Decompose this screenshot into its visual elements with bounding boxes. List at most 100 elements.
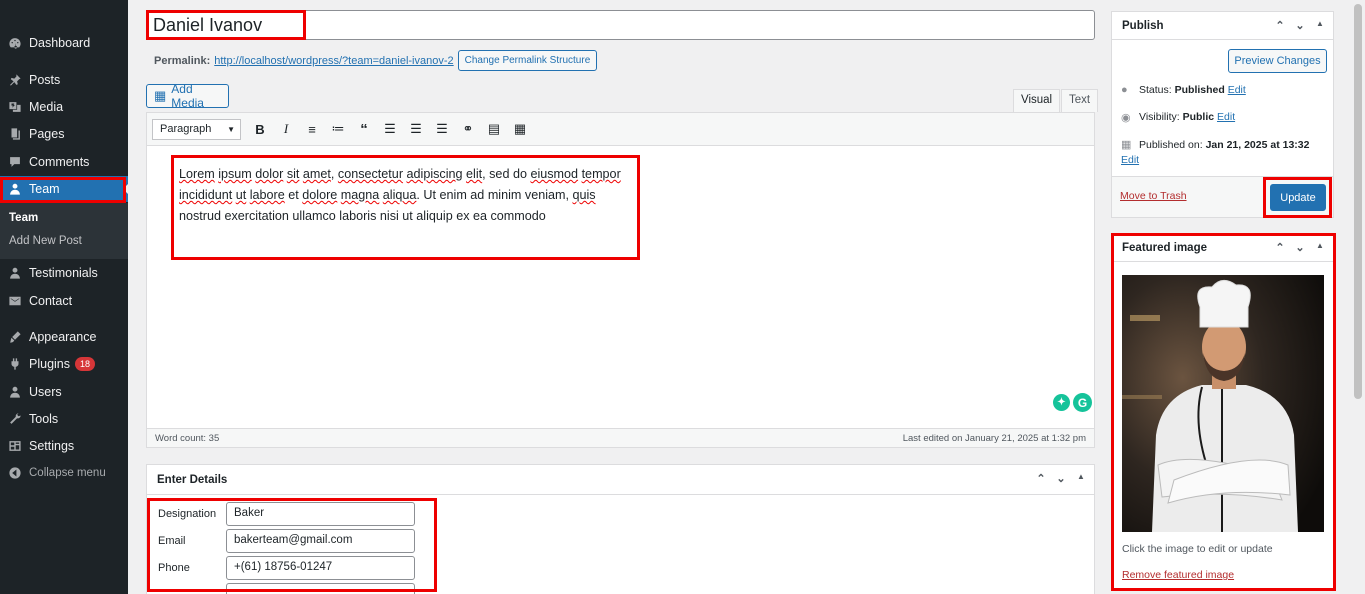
editor-content[interactable]: Lorem ipsum dolor sit amet, consectetur … bbox=[179, 164, 631, 227]
tab-text[interactable]: Text bbox=[1061, 89, 1099, 112]
move-up-icon[interactable]: ⌃ bbox=[1273, 19, 1287, 32]
sidebar-item-users[interactable]: Users bbox=[0, 379, 128, 405]
read-more-icon[interactable]: ▤ bbox=[481, 117, 507, 141]
featured-image-box: Featured image ⌃ ⌄ ▲ Click the image to … bbox=[1111, 233, 1334, 589]
designation-row: Designation Baker bbox=[158, 502, 415, 526]
misspelled-word: magna bbox=[340, 188, 380, 202]
misspelled-word: elit bbox=[466, 167, 483, 181]
next-field[interactable] bbox=[226, 583, 415, 594]
email-field[interactable]: bakerteam@gmail.com bbox=[226, 529, 415, 553]
calendar-icon: ▦ bbox=[1121, 139, 1132, 151]
change-permalink-button[interactable]: Change Permalink Structure bbox=[457, 50, 598, 71]
sidebar-item-plugins[interactable]: Plugins 18 bbox=[0, 351, 128, 377]
visibility-line: ◉ Visibility: Public Edit bbox=[1121, 111, 1236, 124]
link-icon[interactable]: ⚭ bbox=[455, 117, 481, 141]
last-edited: Last edited on January 21, 2025 at 1:32 … bbox=[902, 432, 1086, 444]
pin-icon: ● bbox=[1121, 84, 1128, 96]
featured-image-thumbnail[interactable] bbox=[1122, 275, 1324, 532]
featured-image-title: Featured image bbox=[1122, 241, 1207, 254]
move-up-icon[interactable]: ⌃ bbox=[1034, 472, 1048, 485]
submenu-item-team[interactable]: Team bbox=[9, 212, 38, 224]
publish-box: Publish ⌃ ⌄ ▲ Preview Changes ● Status: … bbox=[1111, 11, 1334, 218]
chevron-down-icon: ▼ bbox=[227, 124, 235, 134]
sidebar-item-label: Pages bbox=[29, 127, 65, 141]
sidebar-item-label: Comments bbox=[29, 155, 90, 169]
media-icon: ▦ bbox=[154, 88, 167, 103]
numbered-list-icon[interactable]: ≔ bbox=[325, 117, 351, 141]
format-select[interactable]: Paragraph ▼ bbox=[152, 118, 241, 140]
add-media-button[interactable]: ▦ Add Media bbox=[146, 82, 229, 110]
sidebar-item-team[interactable]: Team bbox=[0, 176, 128, 202]
sidebar-item-comments[interactable]: Comments bbox=[0, 149, 128, 175]
collapse-menu-button[interactable]: Collapse menu bbox=[0, 460, 128, 486]
sidebar-item-label: Team bbox=[29, 182, 60, 196]
sidebar-item-appearance[interactable]: Appearance bbox=[0, 324, 128, 350]
italic-icon[interactable]: I bbox=[273, 117, 299, 141]
sidebar-item-media[interactable]: Media bbox=[0, 94, 128, 120]
align-center-icon[interactable]: ☰ bbox=[403, 117, 429, 141]
bold-icon[interactable]: B bbox=[247, 117, 273, 141]
add-media-label: Add Media bbox=[171, 82, 204, 110]
misspelled-word: ipsum bbox=[218, 167, 252, 181]
misspelled-word: eiusmod bbox=[530, 167, 579, 181]
scrollbar-thumb[interactable] bbox=[1354, 4, 1362, 399]
remove-featured-image-link[interactable]: Remove featured image bbox=[1122, 569, 1234, 581]
edit-visibility-link[interactable]: Edit bbox=[1217, 111, 1235, 123]
blockquote-icon[interactable]: “ bbox=[351, 117, 377, 141]
phone-field[interactable]: +(61) 18756-01247 bbox=[226, 556, 415, 580]
sidebar-item-pages[interactable]: Pages bbox=[0, 121, 128, 147]
bullet-list-icon[interactable]: ≡ bbox=[299, 117, 325, 141]
sidebar-item-testimonials[interactable]: Testimonials bbox=[0, 260, 128, 286]
box-controls: ⌃ ⌄ ▲ bbox=[1273, 241, 1327, 254]
toolbar-toggle-icon[interactable]: ▦ bbox=[507, 117, 533, 141]
sidebar-item-label: Dashboard bbox=[29, 36, 91, 50]
sidebar-item-contact[interactable]: Contact bbox=[0, 288, 128, 314]
grammarly-icon[interactable]: G bbox=[1073, 393, 1092, 412]
next-row bbox=[158, 583, 415, 594]
tab-visual[interactable]: Visual bbox=[1013, 89, 1061, 112]
mail-icon bbox=[8, 294, 22, 308]
sidebar-item-posts[interactable]: Posts bbox=[0, 67, 128, 93]
designation-field[interactable]: Baker bbox=[226, 502, 415, 526]
email-row: Email bakerteam@gmail.com bbox=[158, 529, 415, 553]
toggle-panel-icon[interactable]: ▲ bbox=[1074, 472, 1088, 485]
move-to-trash-link[interactable]: Move to Trash bbox=[1120, 190, 1187, 202]
toggle-panel-icon[interactable]: ▲ bbox=[1313, 19, 1327, 32]
edit-date-link[interactable]: Edit bbox=[1121, 154, 1139, 166]
update-button[interactable]: Update bbox=[1270, 184, 1326, 211]
brush-icon bbox=[8, 330, 22, 344]
publish-title: Publish bbox=[1122, 19, 1164, 32]
team-submenu: Team Add New Post bbox=[0, 203, 128, 259]
move-up-icon[interactable]: ⌃ bbox=[1273, 241, 1287, 254]
plugin-icon bbox=[8, 357, 22, 371]
sidebar-item-dashboard[interactable]: Dashboard bbox=[0, 30, 128, 56]
edit-status-link[interactable]: Edit bbox=[1228, 84, 1246, 96]
misspelled-word: aliqua bbox=[382, 188, 417, 202]
align-left-icon[interactable]: ☰ bbox=[377, 117, 403, 141]
phone-row: Phone +(61) 18756-01247 bbox=[158, 556, 415, 580]
sidebar-item-label: Tools bbox=[29, 412, 59, 426]
plugins-update-badge: 18 bbox=[75, 357, 96, 371]
submenu-item-add-new-post[interactable]: Add New Post bbox=[9, 235, 82, 247]
permalink-row: Permalink: http://localhost/wordpress/?t… bbox=[154, 50, 598, 71]
sidebar-item-settings[interactable]: Settings bbox=[0, 433, 128, 459]
misspelled-word: dolor bbox=[255, 167, 284, 181]
misspelled-word: amet bbox=[302, 167, 331, 181]
sidebar-item-label: Plugins bbox=[29, 357, 70, 371]
move-down-icon[interactable]: ⌄ bbox=[1054, 472, 1068, 485]
move-down-icon[interactable]: ⌄ bbox=[1293, 241, 1307, 254]
permalink-link[interactable]: http://localhost/wordpress/?team=daniel-… bbox=[214, 55, 453, 67]
align-right-icon[interactable]: ☰ bbox=[429, 117, 455, 141]
page-scrollbar[interactable] bbox=[1351, 0, 1365, 594]
preview-changes-button[interactable]: Preview Changes bbox=[1228, 49, 1327, 73]
enter-details-header: Enter Details ⌃ ⌄ ▲ bbox=[147, 465, 1094, 495]
content-editor: Paragraph ▼ B I ≡ ≔ “ ☰ ☰ ☰ ⚭ ▤ ▦ Lorem … bbox=[146, 112, 1095, 448]
misspelled-word: adipiscing bbox=[406, 167, 463, 181]
sidebar-item-label: Settings bbox=[29, 439, 75, 453]
move-down-icon[interactable]: ⌄ bbox=[1293, 19, 1307, 32]
grammarly-suggestion-icon[interactable]: ✦ bbox=[1053, 394, 1070, 411]
sidebar-item-tools[interactable]: Tools bbox=[0, 406, 128, 432]
team-icon bbox=[8, 182, 22, 196]
toggle-panel-icon[interactable]: ▲ bbox=[1313, 241, 1327, 254]
post-title-input[interactable]: Daniel Ivanov bbox=[146, 10, 1095, 40]
